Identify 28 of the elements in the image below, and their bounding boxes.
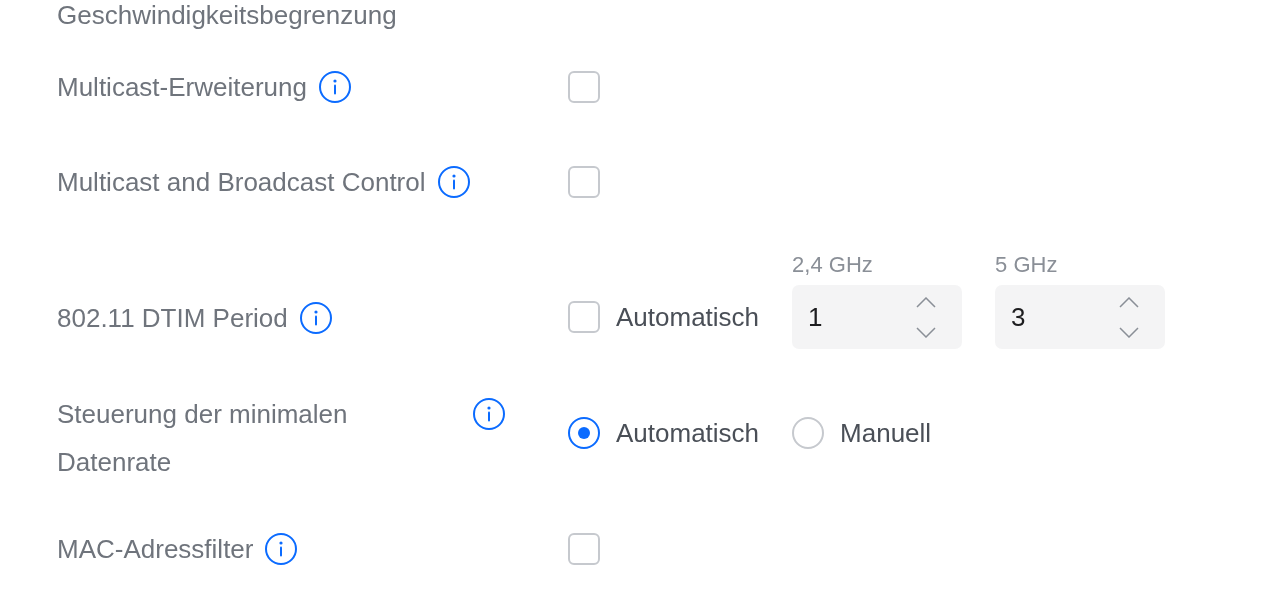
chevron-up-icon[interactable] bbox=[916, 296, 937, 308]
checkbox-label: Automatisch bbox=[616, 301, 760, 333]
number-field[interactable]: 3 bbox=[995, 285, 1166, 349]
chevron-down-icon[interactable] bbox=[1119, 326, 1140, 338]
setting-label: 802.11 DTIM Period bbox=[57, 302, 288, 335]
radio-button[interactable] bbox=[568, 417, 600, 449]
field-label: 2,4 GHz bbox=[792, 253, 873, 277]
info-icon[interactable] bbox=[319, 71, 351, 103]
section-heading: Geschwindigkeitsbegrenzung bbox=[57, 0, 397, 30]
setting-label: Steuerung der minimalen Datenrate bbox=[57, 398, 349, 479]
radio-label: Manuell bbox=[840, 417, 932, 449]
info-icon[interactable] bbox=[299, 302, 332, 334]
radio-button[interactable] bbox=[792, 417, 825, 449]
chevron-up-icon[interactable] bbox=[1119, 296, 1140, 308]
radio-label: Automatisch bbox=[616, 417, 760, 449]
checkbox[interactable] bbox=[568, 533, 600, 565]
info-icon[interactable] bbox=[473, 398, 505, 430]
chevron-down-icon[interactable] bbox=[916, 326, 937, 338]
info-icon[interactable] bbox=[265, 533, 298, 565]
checkbox[interactable] bbox=[568, 71, 600, 103]
info-icon[interactable] bbox=[437, 166, 470, 198]
number-field[interactable]: 1 bbox=[792, 285, 963, 349]
checkbox[interactable] bbox=[568, 166, 600, 198]
setting-label: Multicast-Erweiterung bbox=[57, 71, 307, 104]
setting-label: MAC-Adressfilter bbox=[57, 533, 254, 566]
checkbox[interactable] bbox=[568, 301, 600, 333]
setting-label: Multicast and Broadcast Control bbox=[57, 166, 426, 199]
field-label: 5 GHz bbox=[995, 253, 1058, 277]
